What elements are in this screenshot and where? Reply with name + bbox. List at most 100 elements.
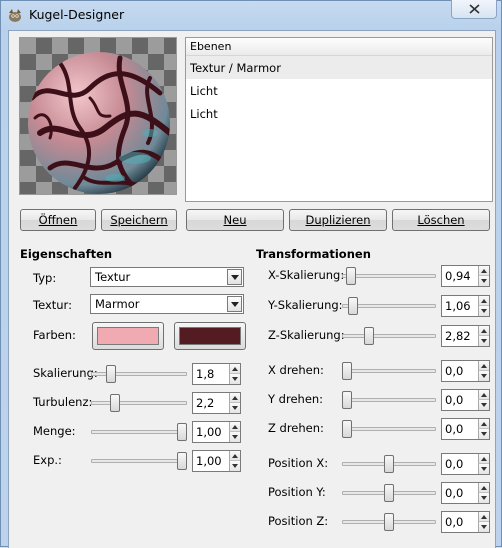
value-slider[interactable] [342, 390, 436, 410]
spin-down-button[interactable] [229, 403, 240, 413]
slider-thumb[interactable] [177, 423, 187, 441]
chevron-down-icon [481, 467, 487, 471]
open-button[interactable]: Öffnen [20, 209, 96, 231]
value-spinbox[interactable]: 0,0 [441, 389, 490, 411]
spin-up-button[interactable] [478, 266, 489, 276]
spinbox-value: 0,0 [445, 364, 464, 378]
spin-down-button[interactable] [478, 400, 489, 410]
value-spinbox[interactable]: 0,0 [441, 453, 490, 475]
slider-thumb[interactable] [384, 484, 394, 502]
properties-title: Eigenschaften [20, 247, 113, 261]
slider-thumb[interactable] [106, 365, 116, 383]
slider-track[interactable] [342, 427, 436, 431]
value-spinbox[interactable]: 1,06 [441, 295, 490, 317]
value-spinbox[interactable]: 0,0 [441, 482, 490, 504]
slider-track[interactable] [342, 369, 436, 373]
texture-dropdown-button[interactable] [227, 296, 242, 312]
value-slider[interactable] [342, 326, 436, 346]
spin-down-button[interactable] [478, 493, 489, 503]
spin-down-button[interactable] [229, 432, 240, 442]
spin-up-button[interactable] [229, 393, 240, 403]
slider-track[interactable] [342, 398, 436, 402]
type-dropdown-button[interactable] [227, 269, 242, 285]
slider-thumb[interactable] [342, 420, 352, 438]
slider-thumb[interactable] [384, 455, 394, 473]
layer-item[interactable]: Licht [186, 79, 492, 102]
layer-item[interactable]: Licht [186, 102, 492, 125]
value-slider[interactable] [342, 361, 436, 381]
slider-track[interactable] [342, 334, 436, 338]
window-title: Kugel-Designer [29, 7, 125, 22]
slider-thumb[interactable] [346, 267, 356, 285]
spin-down-button[interactable] [229, 374, 240, 384]
close-button[interactable] [451, 0, 497, 19]
value-slider[interactable] [91, 451, 187, 471]
spin-down-button[interactable] [478, 429, 489, 439]
slider-thumb[interactable] [342, 391, 352, 409]
value-slider[interactable] [342, 419, 436, 439]
slider-thumb[interactable] [342, 362, 352, 380]
color2-button[interactable] [174, 322, 246, 350]
spin-up-button[interactable] [478, 512, 489, 522]
spin-up-button[interactable] [478, 361, 489, 371]
slider-track[interactable] [91, 459, 187, 463]
spin-up-button[interactable] [229, 451, 240, 461]
spin-up-button[interactable] [478, 390, 489, 400]
duplicate-button[interactable]: Duplizieren [289, 209, 387, 231]
spin-up-button[interactable] [478, 419, 489, 429]
value-slider[interactable] [342, 266, 436, 286]
gimp-app-icon [9, 9, 21, 22]
spin-up-button[interactable] [229, 364, 240, 374]
spin-down-button[interactable] [229, 461, 240, 471]
color1-swatch [97, 327, 159, 345]
value-spinbox[interactable]: 1,00 [192, 421, 241, 443]
spin-down-button[interactable] [478, 371, 489, 381]
spin-down-button[interactable] [478, 306, 489, 316]
spin-down-button[interactable] [478, 336, 489, 346]
spin-up-button[interactable] [478, 326, 489, 336]
spin-down-button[interactable] [478, 464, 489, 474]
slider-track[interactable] [342, 274, 436, 278]
type-dropdown[interactable]: Textur [90, 267, 244, 287]
value-spinbox[interactable]: 0,0 [441, 511, 490, 533]
new-button[interactable]: Neu [186, 209, 284, 231]
type-label: Typ: [33, 271, 57, 285]
slider-thumb[interactable] [364, 327, 374, 345]
value-slider[interactable] [91, 422, 187, 442]
layers-list[interactable]: Ebenen Textur / Marmor Licht Licht [185, 37, 493, 202]
slider-thumb[interactable] [110, 394, 120, 412]
save-button[interactable]: Speichern [101, 209, 177, 231]
slider-track[interactable] [91, 430, 187, 434]
spin-down-button[interactable] [478, 522, 489, 532]
value-spinbox[interactable]: 0,0 [441, 360, 490, 382]
value-slider[interactable] [342, 512, 436, 532]
spin-up-button[interactable] [478, 454, 489, 464]
marble-sphere-image [28, 52, 170, 194]
value-spinbox[interactable]: 2,2 [192, 392, 241, 414]
value-spinbox[interactable]: 1,8 [192, 363, 241, 385]
value-slider[interactable] [342, 483, 436, 503]
chevron-up-icon [481, 299, 487, 303]
color1-button[interactable] [92, 322, 164, 350]
value-slider[interactable] [91, 393, 187, 413]
spin-down-button[interactable] [478, 276, 489, 286]
value-slider[interactable] [342, 454, 436, 474]
slider-label: Exp.: [33, 453, 62, 467]
value-slider[interactable] [342, 296, 436, 316]
slider-track[interactable] [91, 401, 187, 405]
title-bar[interactable]: Kugel-Designer [1, 0, 501, 31]
delete-button[interactable]: Löschen [392, 209, 490, 231]
slider-thumb[interactable] [348, 297, 358, 315]
spin-up-button[interactable] [229, 422, 240, 432]
value-spinbox[interactable]: 0,0 [441, 418, 490, 440]
spin-up-button[interactable] [478, 296, 489, 306]
texture-dropdown[interactable]: Marmor [90, 294, 244, 314]
value-spinbox[interactable]: 2,82 [441, 325, 490, 347]
slider-thumb[interactable] [177, 452, 187, 470]
slider-thumb[interactable] [384, 513, 394, 531]
value-slider[interactable] [91, 364, 187, 384]
value-spinbox[interactable]: 1,00 [192, 450, 241, 472]
value-spinbox[interactable]: 0,94 [441, 265, 490, 287]
spin-up-button[interactable] [478, 483, 489, 493]
layer-item[interactable]: Textur / Marmor [186, 56, 492, 79]
